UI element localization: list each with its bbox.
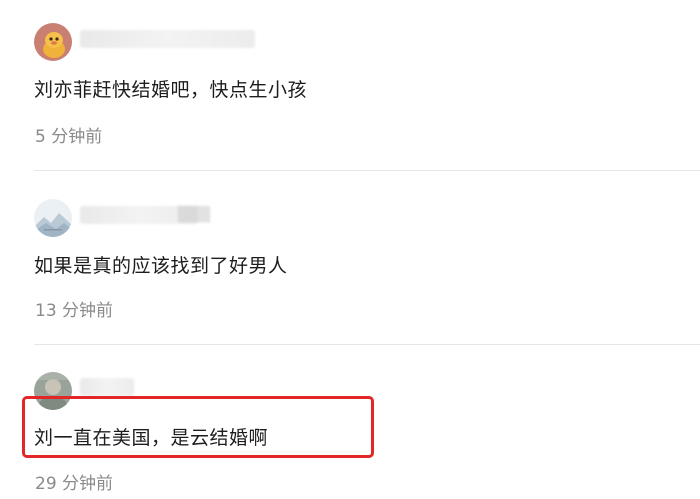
- comment-text: 刘亦菲赶快结婚吧，快点生小孩: [34, 79, 308, 101]
- comment-divider: [34, 344, 700, 345]
- comment-divider: [34, 170, 700, 171]
- comment-timestamp: 29 分钟前: [35, 474, 114, 494]
- comment-text: 如果是真的应该找到了好男人: [34, 255, 288, 277]
- highlight-annotation-box: [22, 396, 374, 458]
- cartoon-animal-avatar-icon: [34, 23, 72, 61]
- username-redacted-tail: ▒▒▒: [178, 207, 211, 223]
- comment-timestamp: 5 分钟前: [35, 127, 103, 147]
- landscape-avatar-icon: [34, 199, 72, 237]
- username-redacted[interactable]: [80, 30, 255, 48]
- comment-timestamp: 13 分钟前: [35, 301, 114, 321]
- user-avatar[interactable]: [34, 199, 72, 237]
- username-redacted[interactable]: [80, 378, 134, 396]
- user-avatar[interactable]: [34, 23, 72, 61]
